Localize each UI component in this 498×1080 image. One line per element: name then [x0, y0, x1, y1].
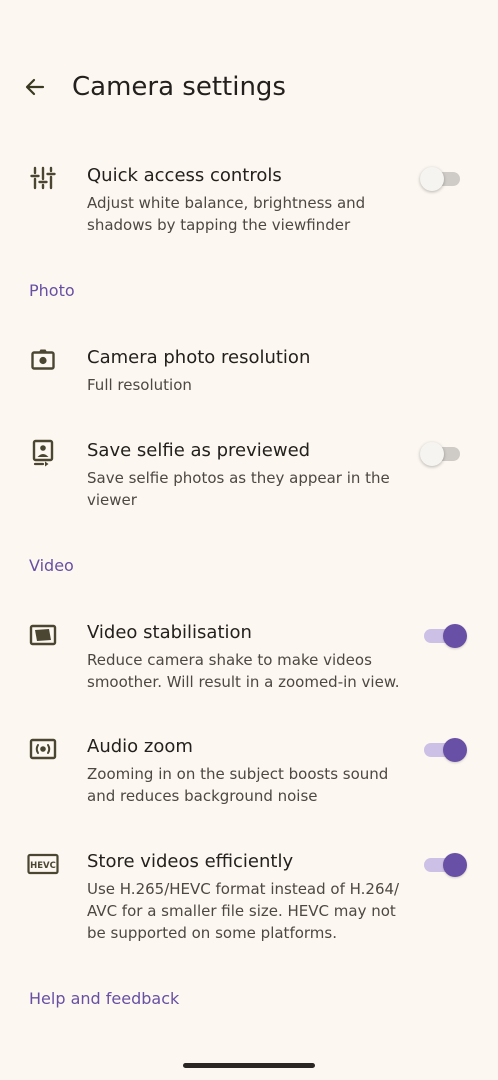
quick-access-toggle[interactable] — [420, 164, 462, 194]
hevc-icon: HEVC — [27, 849, 59, 879]
save-selfie-setting[interactable]: Save selfie as previewed Save selfie pho… — [0, 435, 498, 515]
quick-access-title: Quick access controls — [87, 165, 282, 186]
selfie-portrait-icon — [28, 438, 58, 468]
audio-zoom-icon — [28, 734, 58, 764]
camera-resolution-title: Camera photo resolution — [87, 347, 311, 368]
quick-access-subtitle: Adjust white balance, brightness and sha… — [87, 194, 366, 234]
toggle-thumb — [420, 442, 444, 466]
toggle-thumb — [443, 738, 467, 762]
video-stabilisation-toggle[interactable] — [420, 621, 467, 651]
video-stabilisation-subtitle: Reduce camera shake to make videos smoot… — [87, 651, 400, 691]
save-selfie-title: Save selfie as previewed — [87, 440, 311, 461]
toggle-thumb — [420, 167, 444, 191]
store-videos-toggle[interactable] — [420, 850, 467, 880]
hevc-icon-text: HEVC — [30, 861, 56, 871]
sliders-icon — [28, 163, 58, 193]
save-selfie-subtitle: Save selfie photos as they appear in the… — [87, 469, 390, 509]
help-and-feedback-link[interactable]: Help and feedback — [29, 988, 179, 1010]
arrow-back-icon — [25, 78, 45, 96]
video-section-header: Video — [29, 556, 74, 575]
video-stabilisation-title: Video stabilisation — [87, 622, 252, 643]
quick-access-controls-setting[interactable]: Quick access controls Adjust white balan… — [0, 160, 498, 240]
audio-zoom-subtitle: Zooming in on the subject boosts sound a… — [87, 765, 389, 805]
save-selfie-toggle[interactable] — [420, 439, 462, 469]
home-gesture-bar[interactable] — [183, 1063, 315, 1068]
photo-section-header: Photo — [29, 281, 75, 300]
store-videos-efficiently-setting[interactable]: HEVC Store videos efficiently Use H.265/… — [0, 846, 498, 946]
toggle-thumb — [443, 624, 467, 648]
page-title: Camera settings — [72, 72, 286, 102]
store-videos-subtitle: Use H.265/HEVC format instead of H.264/ … — [87, 880, 400, 942]
audio-zoom-setting[interactable]: Audio zoom Zooming in on the subject boo… — [0, 731, 498, 811]
camera-icon — [28, 345, 58, 375]
toggle-thumb — [443, 853, 467, 877]
camera-resolution-subtitle: Full resolution — [87, 376, 192, 394]
camera-photo-resolution-setting[interactable]: Camera photo resolution Full resolution — [0, 342, 498, 402]
audio-zoom-toggle[interactable] — [420, 735, 467, 765]
video-stabilisation-setting[interactable]: Video stabilisation Reduce camera shake … — [0, 617, 498, 697]
app-bar: Camera settings — [0, 58, 498, 118]
store-videos-title: Store videos efficiently — [87, 851, 294, 872]
back-button[interactable] — [18, 70, 52, 104]
video-stabilisation-icon — [28, 620, 58, 650]
audio-zoom-title: Audio zoom — [87, 736, 193, 757]
